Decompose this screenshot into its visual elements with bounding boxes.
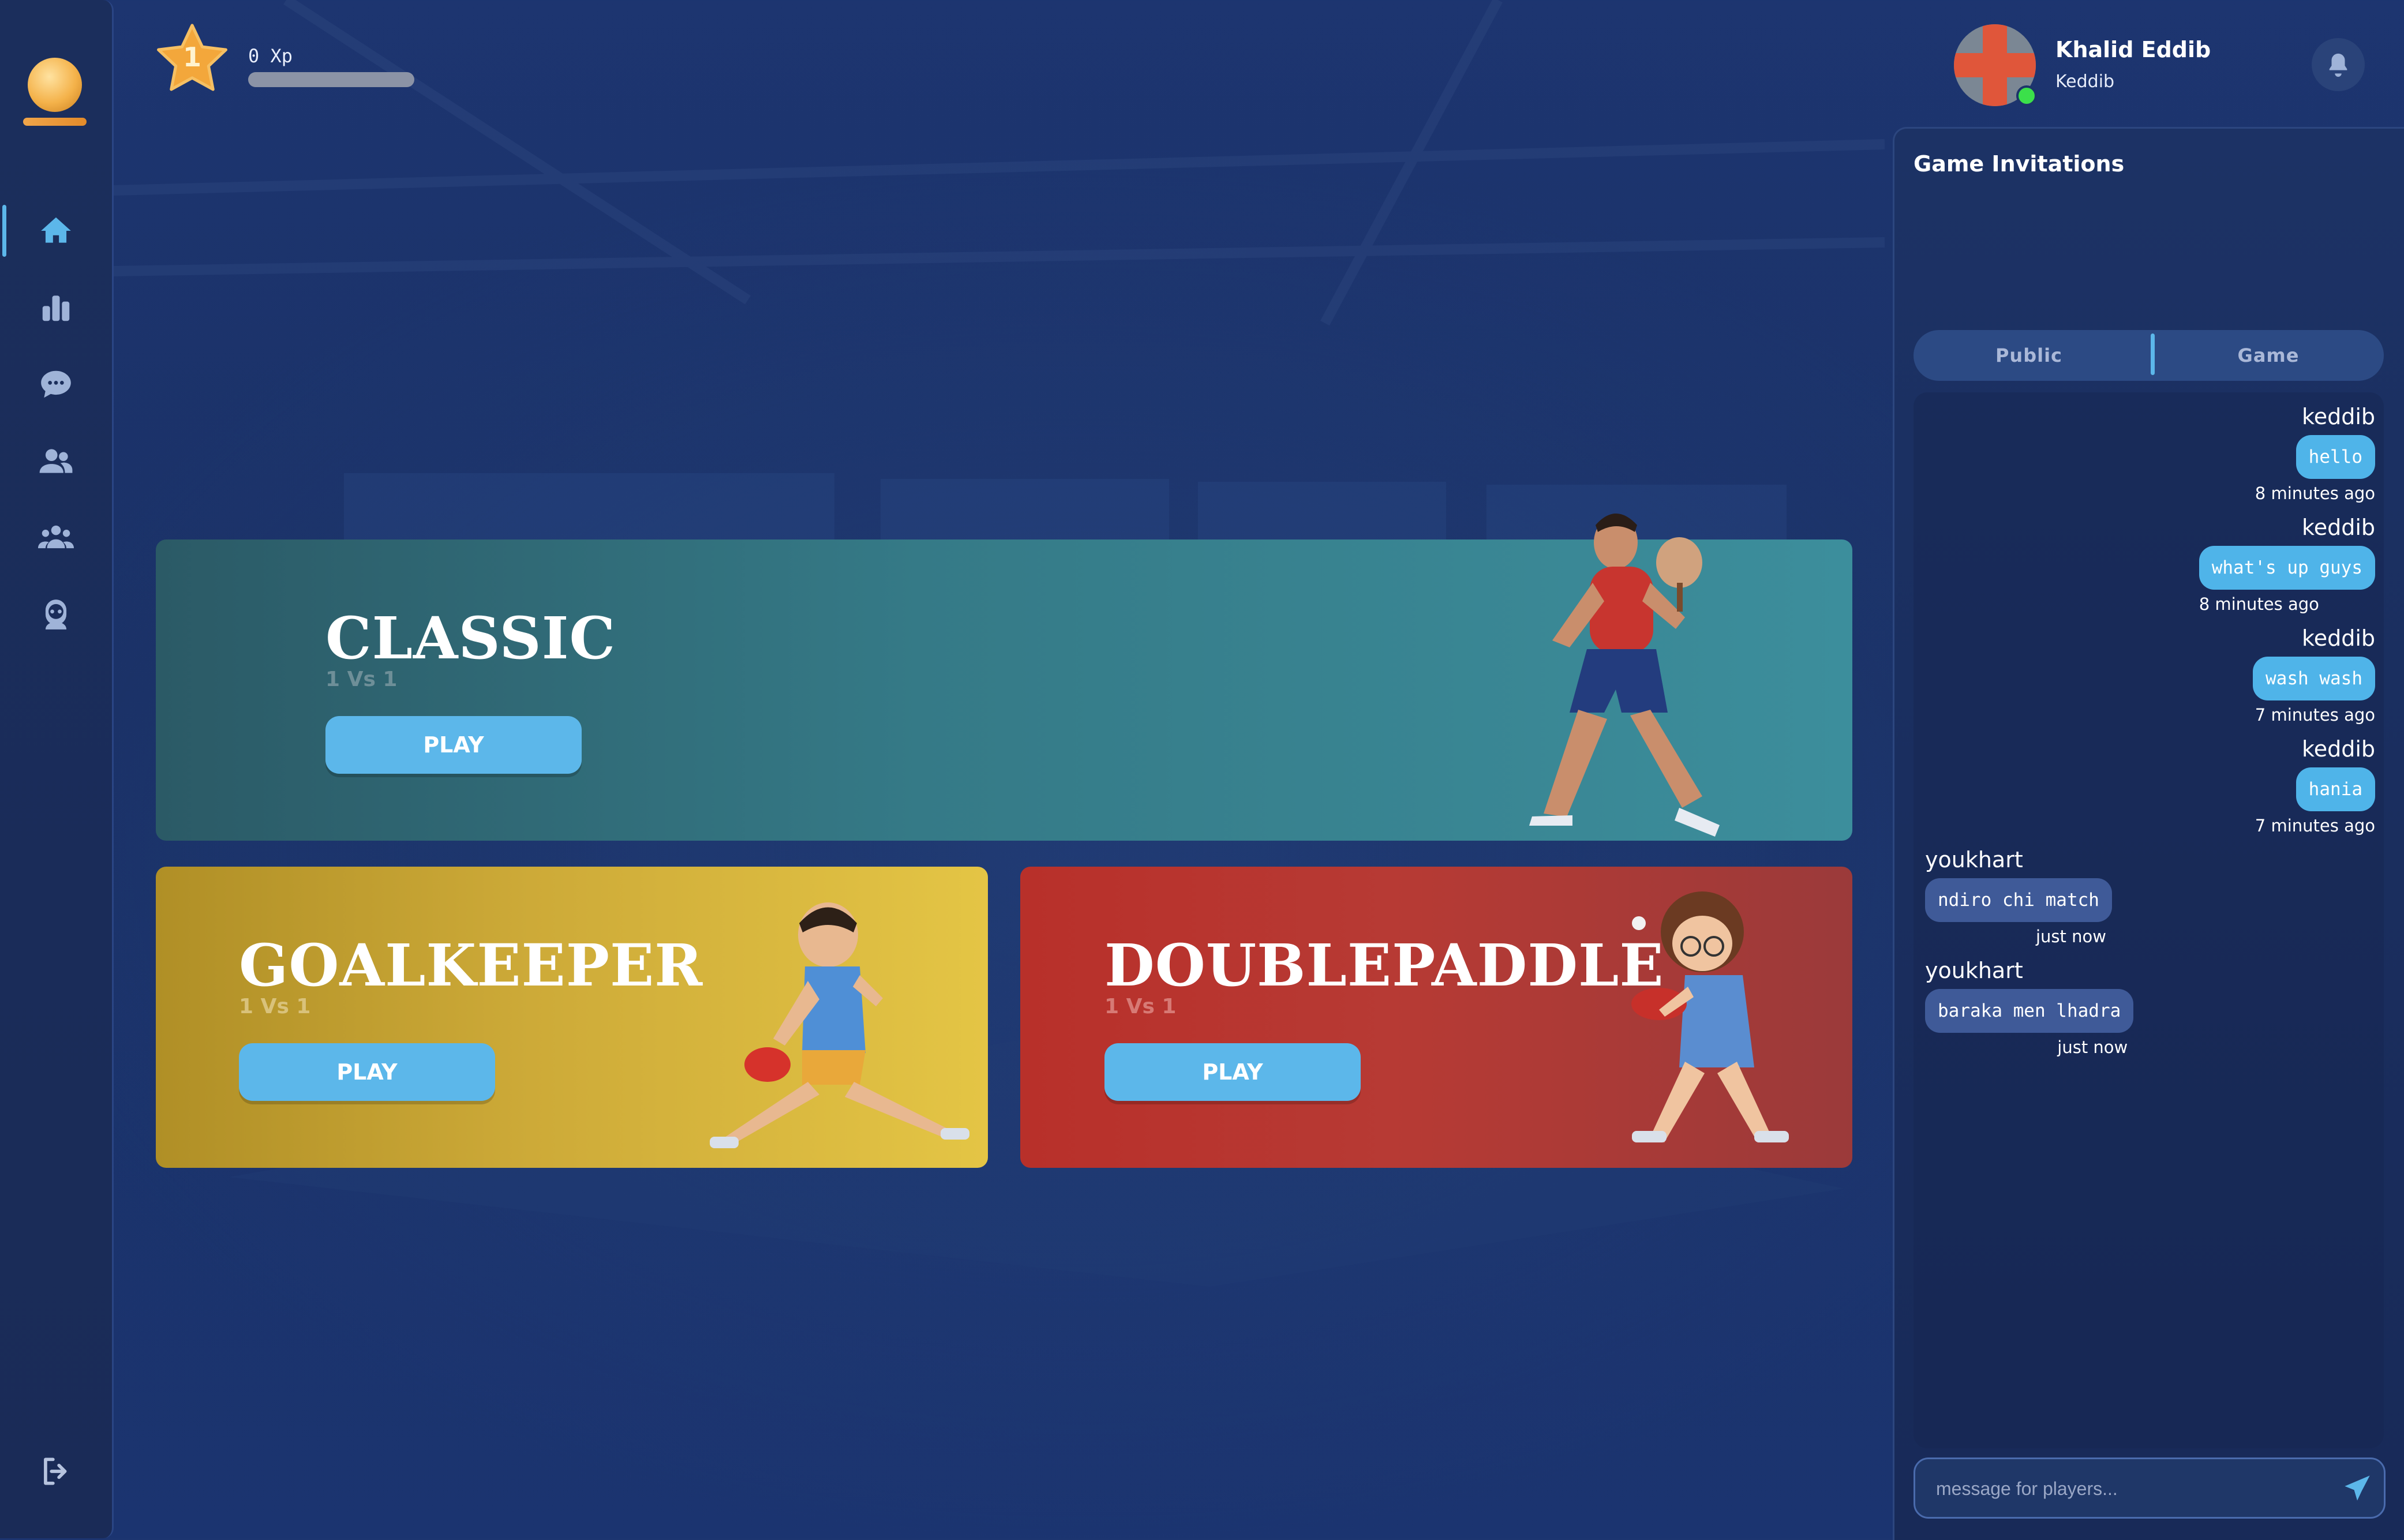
level-number: 1 bbox=[182, 42, 201, 73]
chat-input-box bbox=[1914, 1457, 2386, 1519]
message-bubble: ndiro chi match bbox=[1925, 878, 2112, 922]
tab-game[interactable]: Game bbox=[2153, 330, 2384, 381]
doublepaddle-player-illustration bbox=[1631, 891, 1789, 1142]
message-time: just now bbox=[2035, 927, 2106, 946]
message-author: youkhart bbox=[1925, 958, 2023, 983]
user-handle: Keddib bbox=[2055, 72, 2115, 92]
classic-title: CLASSIC bbox=[325, 604, 616, 672]
bot-icon bbox=[45, 599, 67, 630]
logout-icon bbox=[44, 1457, 67, 1485]
goalkeeper-play-button[interactable]: PLAY bbox=[239, 1043, 495, 1101]
doublepaddle-subtitle: 1 Vs 1 bbox=[1104, 995, 1177, 1018]
sidebar-item-stats[interactable] bbox=[0, 276, 112, 339]
chat-message: keddib hello 8 minutes ago bbox=[2255, 404, 2375, 503]
game-invitations-title: Game Invitations bbox=[1914, 151, 2125, 177]
chat-message: youkhart baraka men lhadra just now bbox=[1925, 958, 2134, 1057]
doublepaddle-title: DOUBLEPADDLE bbox=[1104, 931, 1664, 999]
notifications-button[interactable] bbox=[2312, 38, 2365, 91]
classic-play-button[interactable]: PLAY bbox=[325, 716, 582, 774]
message-author: youkhart bbox=[1925, 847, 2023, 872]
home-icon bbox=[41, 217, 71, 243]
chat-message: youkhart ndiro chi match just now bbox=[1925, 847, 2112, 946]
message-time: 7 minutes ago bbox=[2255, 705, 2375, 725]
chat-message: keddib what's up guys 8 minutes ago bbox=[2199, 515, 2375, 614]
message-bubble: hello bbox=[2296, 435, 2375, 479]
goalkeeper-title: GOALKEEPER bbox=[239, 931, 703, 999]
message-author: keddib bbox=[2302, 736, 2375, 762]
chat-message-input[interactable] bbox=[1935, 1472, 2318, 1505]
message-author: keddib bbox=[2302, 625, 2375, 651]
friends-icon bbox=[39, 449, 73, 473]
tab-public[interactable]: Public bbox=[1914, 330, 2144, 381]
sidebar-item-home[interactable] bbox=[0, 199, 112, 263]
sidebar-item-group[interactable] bbox=[0, 506, 112, 569]
user-name[interactable]: Khalid Eddib bbox=[2055, 37, 2211, 62]
group-icon bbox=[38, 525, 74, 549]
chat-icon bbox=[41, 370, 71, 398]
sidebar-item-friends[interactable] bbox=[0, 429, 112, 493]
message-time: 8 minutes ago bbox=[2255, 484, 2375, 503]
chat-tabs: Public Game bbox=[1914, 330, 2384, 381]
message-author: keddib bbox=[2302, 404, 2375, 429]
xp-label: 0 Xp bbox=[248, 45, 293, 67]
message-time: 7 minutes ago bbox=[2255, 816, 2375, 835]
sidebar-item-bot[interactable] bbox=[0, 583, 112, 646]
goalkeeper-subtitle: 1 Vs 1 bbox=[239, 995, 311, 1018]
message-time: just now bbox=[2057, 1037, 2128, 1057]
send-icon[interactable] bbox=[2342, 1473, 2372, 1503]
sidebar-item-chat[interactable] bbox=[0, 353, 112, 416]
message-time: 8 minutes ago bbox=[2199, 594, 2319, 614]
logo[interactable] bbox=[28, 58, 82, 112]
message-author: keddib bbox=[2302, 515, 2375, 540]
message-bubble: what's up guys bbox=[2199, 546, 2375, 590]
goalkeeper-player-illustration bbox=[710, 902, 969, 1148]
stats-icon bbox=[42, 295, 70, 321]
classic-player-illustration bbox=[1529, 514, 1720, 837]
bell-icon bbox=[2329, 53, 2347, 77]
classic-subtitle: 1 Vs 1 bbox=[325, 668, 398, 691]
online-status-dot bbox=[2016, 85, 2037, 106]
logout-button[interactable] bbox=[0, 1440, 112, 1503]
chat-message: keddib wash wash 7 minutes ago bbox=[2253, 625, 2375, 725]
chat-message: keddib hania 7 minutes ago bbox=[2255, 736, 2375, 835]
doublepaddle-play-button[interactable]: PLAY bbox=[1104, 1043, 1361, 1101]
sidebar bbox=[0, 0, 114, 1538]
xp-progress-bar bbox=[248, 72, 414, 87]
logo-underline bbox=[23, 118, 87, 126]
message-bubble: wash wash bbox=[2253, 657, 2375, 700]
message-bubble: hania bbox=[2296, 767, 2375, 811]
active-tab-indicator bbox=[2151, 334, 2155, 375]
message-bubble: baraka men lhadra bbox=[1925, 989, 2134, 1033]
